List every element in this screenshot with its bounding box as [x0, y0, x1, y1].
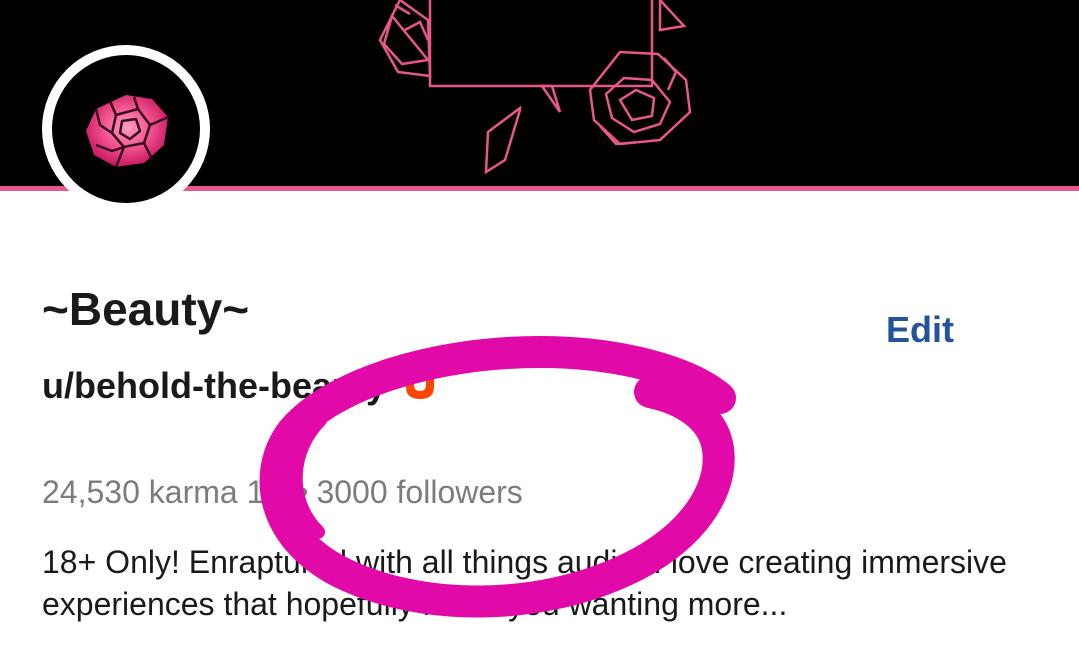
profile-page: ~Beauty~ Edit u/behold-the-beauty 24,530… [0, 0, 1079, 661]
avatar-image [52, 55, 200, 203]
karma-count: 24,530 karma [42, 474, 238, 510]
username: u/behold-the-beauty [42, 365, 386, 406]
rose-icon [86, 95, 169, 168]
stats-separator: • [297, 474, 309, 510]
edit-button[interactable]: Edit [886, 309, 954, 351]
follower-count[interactable]: 3000 followers [316, 474, 522, 510]
premium-shield-icon [406, 373, 434, 399]
profile-stats: 24,530 karma 1y • 3000 followers [42, 474, 523, 511]
username-row: u/behold-the-beauty [42, 362, 438, 410]
avatar[interactable] [42, 45, 210, 213]
display-name: ~Beauty~ [42, 283, 250, 335]
profile-bio: 18+ Only! Enraptured with all things aud… [42, 544, 1007, 622]
account-age: 1y [246, 474, 281, 510]
